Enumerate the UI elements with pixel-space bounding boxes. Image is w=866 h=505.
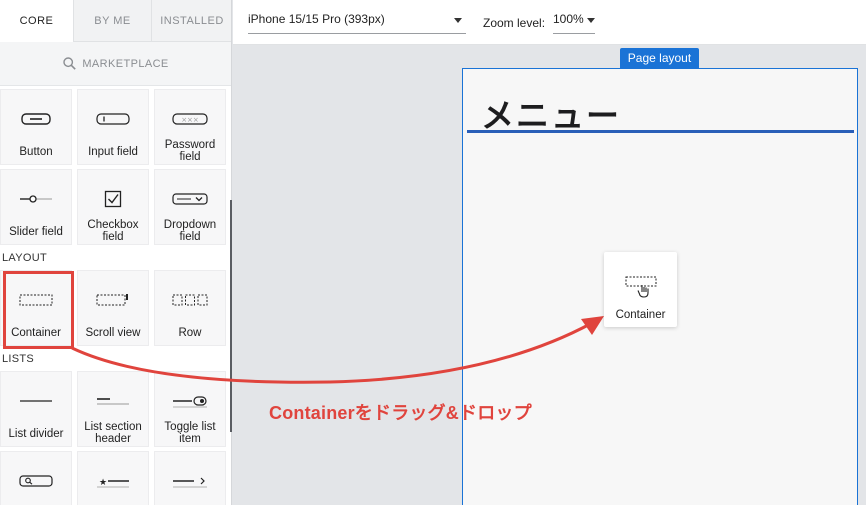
tile-nav-list-item[interactable]	[154, 451, 226, 505]
tab-by-me[interactable]: BY ME	[74, 0, 152, 42]
tile-label-line: List section	[84, 421, 142, 433]
tile-list-section-header[interactable]: List section header	[77, 371, 149, 447]
tile-button[interactable]: Button	[0, 89, 72, 165]
tile-label: Toggle list item	[155, 421, 225, 445]
tile-label: Button	[19, 146, 53, 158]
tile-label-line: Password	[164, 139, 216, 151]
tile-scroll-view[interactable]: Scroll view	[77, 270, 149, 346]
chevron-right-icon	[170, 470, 210, 492]
tile-label: Scroll view	[85, 327, 141, 339]
tile-label-line: field	[102, 231, 124, 243]
svg-text:★: ★	[99, 478, 107, 488]
editor-toolbar: iPhone 15/15 Pro (393px) Zoom level: 100…	[233, 0, 866, 45]
row-icon	[170, 289, 210, 311]
tile-label-line: header	[95, 433, 131, 445]
tile-label-line: field	[179, 151, 201, 163]
password-field-icon: ×××	[170, 108, 210, 130]
chevron-down-icon	[587, 18, 595, 23]
section-lists: LISTS	[2, 353, 35, 365]
button-icon	[16, 108, 56, 130]
tile-row[interactable]: Row	[154, 270, 226, 346]
tile-label-line: Checkbox	[87, 219, 139, 231]
tile-label: Row	[178, 327, 202, 339]
tile-toggle-list-item[interactable]: Toggle list item	[154, 371, 226, 447]
tile-password-field[interactable]: ××× Password field	[154, 89, 226, 165]
panel-scrollbar[interactable]	[230, 200, 232, 432]
tile-dropdown-field[interactable]: Dropdown field	[154, 169, 226, 245]
marketplace-label: MARKETPLACE	[82, 57, 169, 70]
container-drag-icon	[621, 274, 661, 298]
chevron-down-icon	[454, 18, 462, 23]
zoom-label: Zoom level:	[483, 16, 546, 30]
tile-label-line: item	[179, 433, 201, 445]
list-divider-icon	[16, 390, 56, 412]
tile-label: Password field	[155, 139, 225, 163]
device-select[interactable]: iPhone 15/15 Pro (393px)	[248, 12, 466, 34]
instruction-annotation: Containerをドラッグ&ドロップ	[269, 403, 532, 423]
title-divider	[467, 130, 854, 133]
page-layout-badge[interactable]: Page layout	[620, 48, 699, 68]
tab-installed[interactable]: INSTALLED	[152, 0, 231, 42]
checkbox-icon	[93, 188, 133, 210]
tile-label: Checkbox field	[78, 219, 148, 243]
slider-icon	[16, 188, 56, 210]
input-field-icon	[93, 108, 133, 130]
tile-list-divider[interactable]: List divider	[0, 371, 72, 447]
tile-label: Input field	[88, 146, 138, 158]
toggle-list-item-icon	[170, 390, 210, 412]
tile-label: List divider	[8, 428, 64, 440]
svg-text:×××: ×××	[181, 116, 199, 124]
search-bar-icon	[16, 470, 56, 492]
tile-search-list-item[interactable]	[0, 451, 72, 505]
tile-slider-field[interactable]: Slider field	[0, 169, 72, 245]
tile-icon-list-item[interactable]: ★	[77, 451, 149, 505]
marketplace-button[interactable]: MARKETPLACE	[0, 42, 231, 86]
drag-card-label: Container	[615, 309, 666, 321]
list-section-header-icon	[93, 390, 133, 412]
tile-label: List section header	[78, 421, 148, 445]
device-select-value: iPhone 15/15 Pro (393px)	[248, 12, 385, 26]
tile-label: Slider field	[9, 226, 63, 238]
zoom-select-value: 100%	[553, 12, 584, 26]
zoom-select[interactable]: 100%	[553, 12, 595, 34]
tile-label-line: field	[179, 231, 201, 243]
section-layout: LAYOUT	[2, 252, 47, 264]
component-tabs: CORE BY ME INSTALLED	[0, 0, 231, 42]
tile-checkbox-field[interactable]: Checkbox field	[77, 169, 149, 245]
tile-label-line: Toggle list	[164, 421, 216, 433]
dropdown-icon	[170, 188, 210, 210]
star-list-icon: ★	[93, 470, 133, 492]
tab-core[interactable]: CORE	[0, 0, 74, 42]
dragged-container-card[interactable]: Container	[604, 252, 677, 327]
scroll-view-icon	[93, 289, 133, 311]
tile-label-line: Dropdown	[163, 219, 217, 231]
container-highlight-box	[3, 271, 74, 349]
tile-input-field[interactable]: Input field	[77, 89, 149, 165]
tile-label: Dropdown field	[155, 219, 225, 243]
search-icon	[63, 57, 77, 70]
component-panel: CORE BY ME INSTALLED MARKETPLACE Button …	[0, 0, 232, 505]
